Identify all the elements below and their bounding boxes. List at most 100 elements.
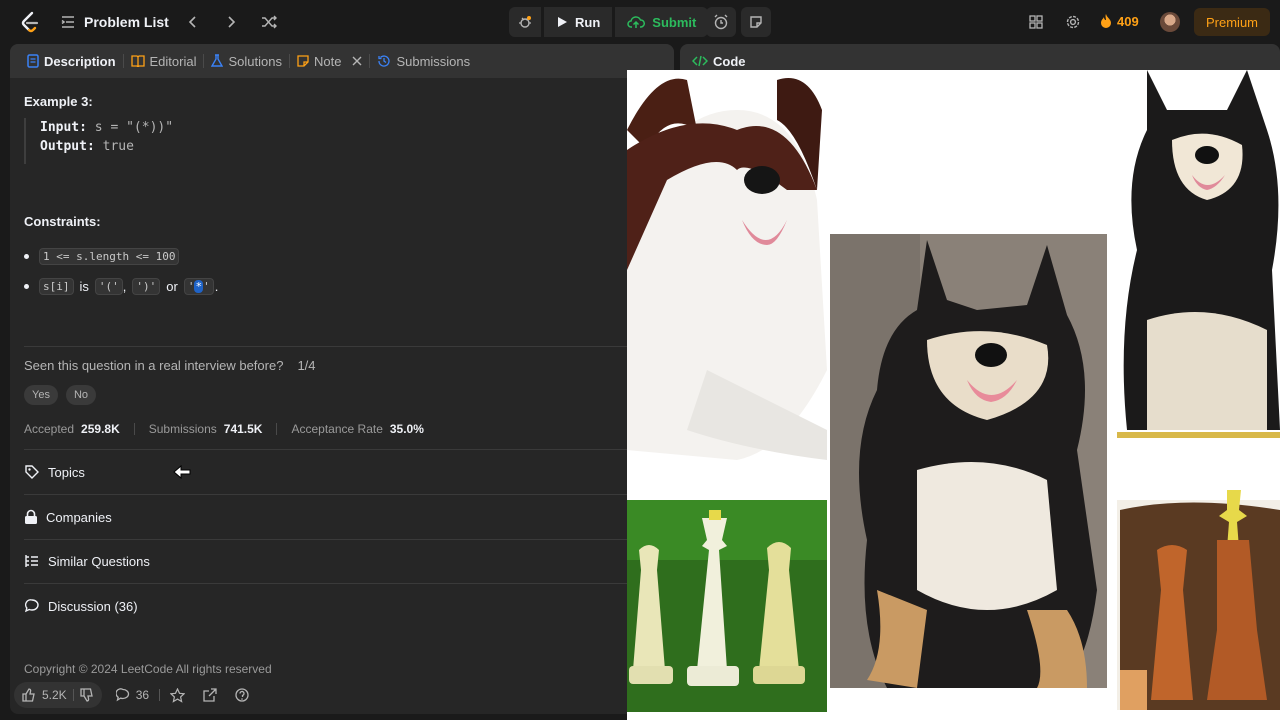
input-value: s = "(*))" (94, 120, 174, 135)
note-icon (750, 16, 762, 28)
copyright: Copyright © 2024 LeetCode All rights res… (24, 662, 272, 676)
layout-button[interactable] (1022, 8, 1050, 36)
like-count: 5.2K (42, 688, 67, 702)
random-problem-button[interactable] (255, 8, 283, 36)
flask-icon (211, 54, 224, 67)
streak-count: 409 (1117, 13, 1139, 29)
companies-label: Companies (46, 509, 112, 525)
thumbs-up-icon[interactable] (22, 688, 36, 702)
code-icon (692, 55, 708, 67)
help-icon[interactable] (235, 688, 249, 702)
problem-list-button[interactable]: Problem List (60, 14, 169, 30)
bullet-dot (24, 254, 29, 259)
topics-section[interactable]: Topics (24, 450, 634, 494)
bullet-dot (24, 284, 29, 289)
star-icon[interactable] (170, 687, 186, 703)
alarm-clock-icon (714, 14, 728, 30)
play-icon (558, 17, 567, 27)
tab-note-label: Note (313, 53, 342, 69)
constraint-code: 1 <= s.length <= 100 (39, 248, 180, 265)
cloud-upload-icon (627, 16, 646, 28)
comments-button[interactable]: 36 (115, 688, 150, 702)
tab-solutions-label: Solutions (228, 53, 282, 69)
leetcode-logo[interactable] (18, 10, 42, 34)
selected-asterisk: * (194, 280, 204, 293)
dog-photo-2 (830, 234, 1107, 688)
comment-count: 36 (135, 688, 150, 702)
constraint-item: s[i] is '(', ')' or '*'. (24, 278, 218, 295)
tab-solutions[interactable]: Solutions (204, 44, 288, 78)
streak-counter[interactable]: 409 (1100, 13, 1139, 29)
tab-note[interactable]: Note (290, 44, 369, 78)
example-output: Output: true (40, 137, 173, 156)
avatar[interactable] (1160, 12, 1180, 32)
example-title: Example 3: (24, 94, 93, 109)
constraint-text: , (122, 279, 127, 294)
run-button[interactable]: Run (544, 7, 613, 37)
similar-questions-section[interactable]: Similar Questions (24, 539, 634, 583)
like-divider (72, 689, 74, 701)
tab-description-label: Description (44, 53, 116, 69)
similar-questions-label: Similar Questions (48, 553, 150, 569)
constraint-code: s[i] (39, 278, 74, 295)
quote: ' (203, 280, 210, 293)
top-navbar: Problem List Run Submit 409 Premium (0, 0, 1280, 44)
constraint-code-highlighted: '*' (183, 278, 214, 295)
topics-label: Topics (48, 464, 85, 480)
premium-button[interactable]: Premium (1194, 8, 1271, 36)
yes-button[interactable]: Yes (24, 385, 58, 405)
dog-photo-3 (1117, 70, 1280, 438)
gear-icon (1066, 15, 1080, 29)
settings-button[interactable] (1059, 8, 1087, 36)
code-panel-title: Code (713, 53, 746, 69)
bug-icon (519, 16, 531, 28)
close-icon[interactable] (352, 56, 362, 66)
tab-submissions[interactable]: Submissions (370, 44, 477, 78)
fire-icon (1101, 14, 1111, 28)
tag-icon (25, 465, 39, 479)
tab-editorial[interactable]: Editorial (124, 44, 204, 78)
stats-divider (276, 423, 278, 435)
stats-row: Accepted 259.8K Submissions 741.5K Accepta… (24, 422, 424, 436)
tab-submissions-label: Submissions (396, 53, 471, 69)
mouse-cursor-icon (173, 464, 191, 480)
accepted-value: 259.8K (81, 422, 120, 436)
nav-left: Problem List (60, 0, 283, 44)
interview-question-text: Seen this question in a real interview b… (24, 358, 284, 373)
chevron-left-icon (188, 16, 196, 28)
accepted-label: Accepted (24, 422, 75, 436)
notes-button[interactable] (741, 7, 771, 37)
constraint-code: ')' (132, 278, 161, 295)
submit-button[interactable]: Submit (615, 7, 709, 37)
interview-count: 1/4 (297, 358, 316, 373)
next-problem-button[interactable] (217, 8, 245, 36)
problem-list-label: Problem List (84, 14, 169, 30)
chess-photo-2 (1117, 490, 1280, 710)
thumbs-down-icon[interactable] (80, 688, 94, 702)
output-label: Output: (40, 139, 95, 154)
chess-photo-1 (627, 500, 827, 712)
share-icon[interactable] (203, 688, 217, 702)
chat-bubble-icon (24, 599, 39, 613)
constraint-text: . (214, 279, 219, 294)
document-icon (27, 54, 39, 68)
companies-section[interactable]: Companies (24, 495, 634, 539)
interview-answers: Yes No (24, 385, 97, 405)
divider (24, 346, 634, 347)
debug-button[interactable] (509, 7, 541, 37)
acceptance-rate-value: 35.0% (389, 422, 424, 436)
grid-layout-icon (1029, 15, 1043, 29)
submissions-label: Submissions (148, 422, 217, 436)
tab-editorial-label: Editorial (149, 53, 197, 69)
example-input: Input: s = "(*))" (40, 118, 173, 137)
discussion-section[interactable]: Discussion (36) (24, 584, 634, 628)
submit-label: Submit (652, 14, 697, 30)
timer-button[interactable] (706, 7, 736, 37)
no-button[interactable]: No (65, 385, 97, 405)
prev-problem-button[interactable] (179, 8, 207, 36)
panel-tabs: Description Editorial Solutions Note Sub… (10, 44, 674, 78)
tab-description[interactable]: Description (20, 44, 123, 78)
like-dislike-group: 5.2K (14, 682, 102, 708)
constraint-item: 1 <= s.length <= 100 (24, 248, 180, 265)
discussion-label: Discussion (36) (48, 598, 138, 614)
